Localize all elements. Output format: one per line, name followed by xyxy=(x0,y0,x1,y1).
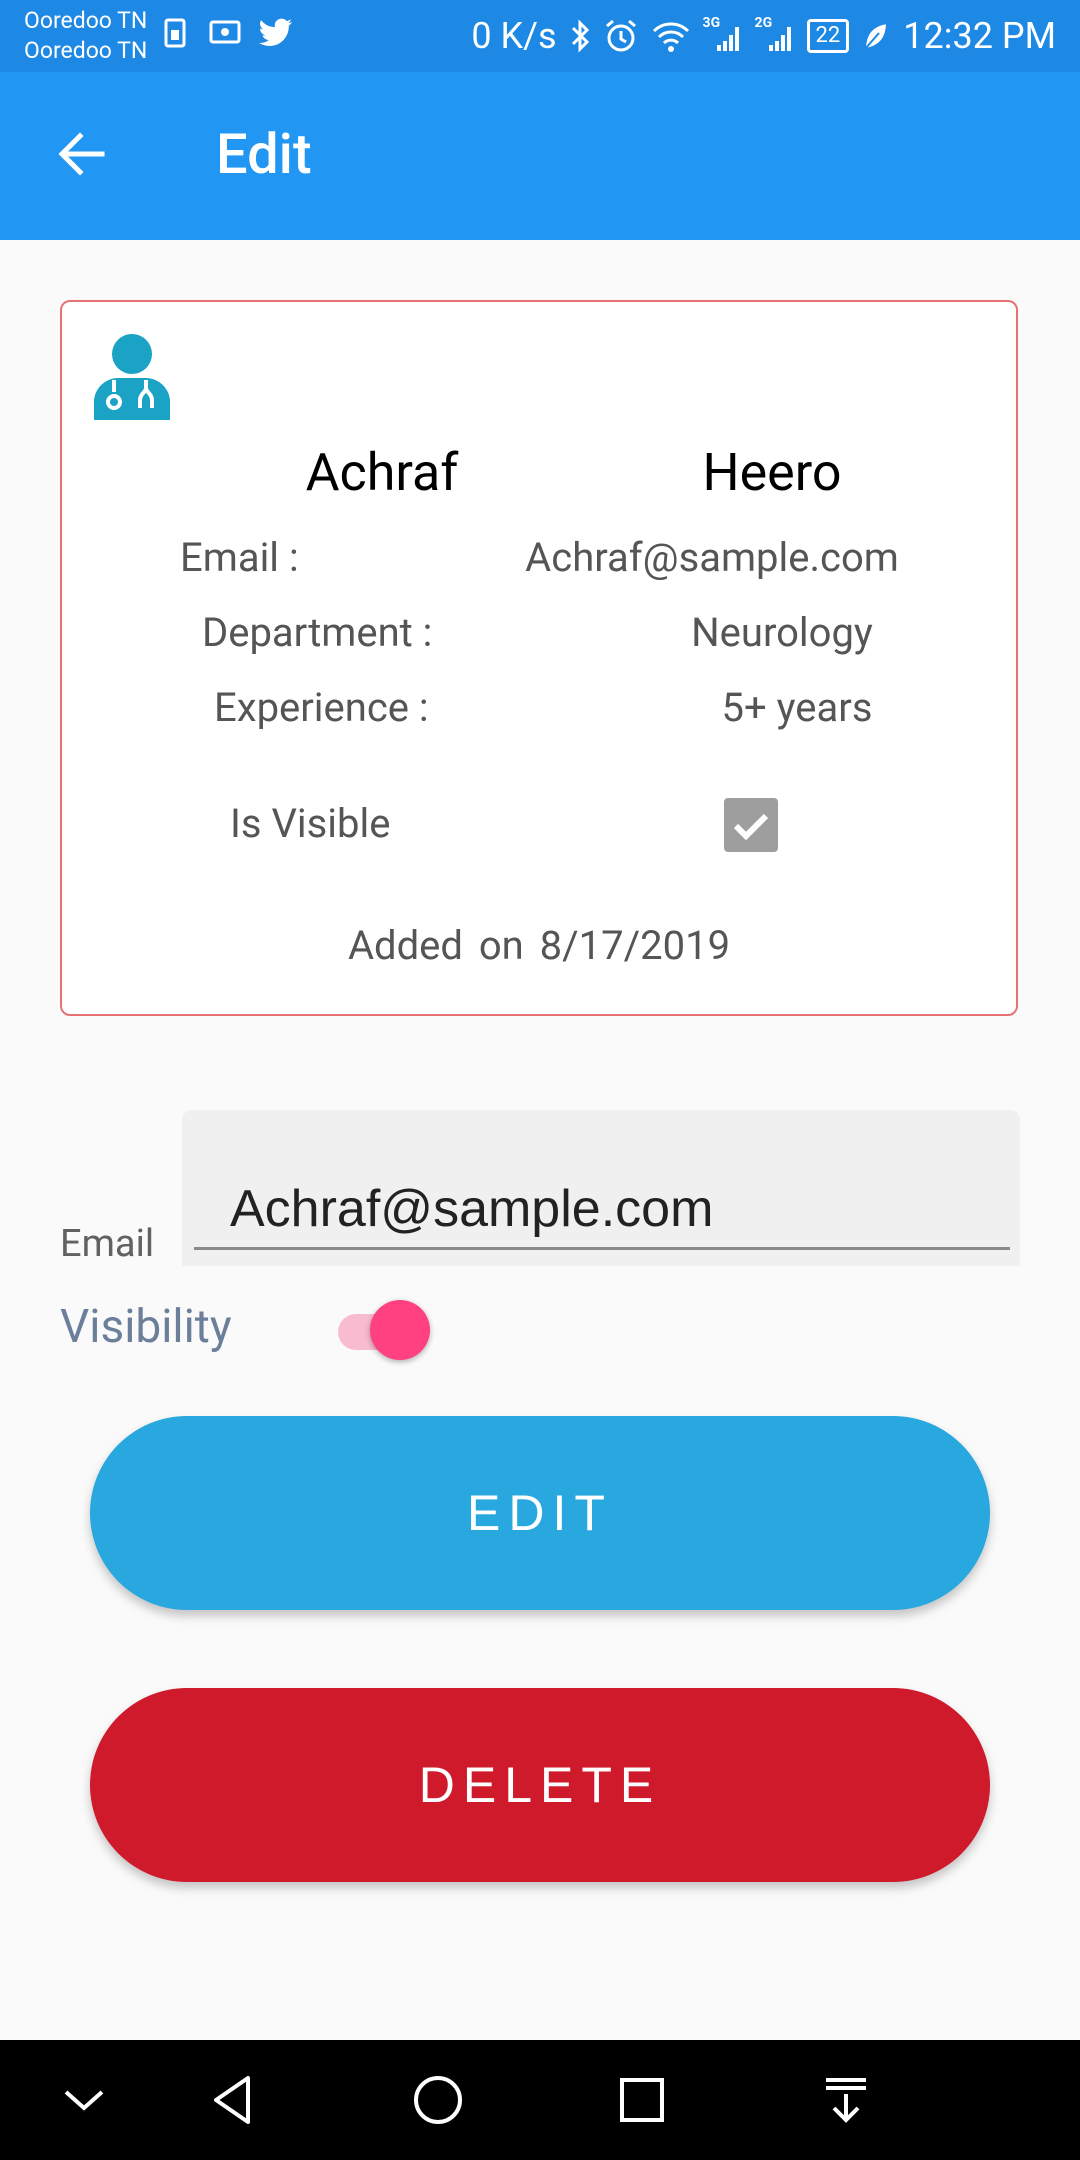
carrier-2: Ooredoo TN xyxy=(24,37,148,64)
status-right-icons: 0 K/s 3G 2G 22 12:32 PM xyxy=(471,0,1056,72)
check-icon xyxy=(733,813,769,841)
nav-home-button[interactable] xyxy=(408,2070,468,2130)
toggle-thumb xyxy=(370,1300,430,1360)
app-bar: Edit xyxy=(0,72,1080,240)
carrier-names: Ooredoo TN Ooredoo TN xyxy=(24,6,147,66)
nav-recents-button[interactable] xyxy=(612,2070,672,2130)
clock: 12:32 PM xyxy=(903,15,1056,57)
battery-level: 22 xyxy=(815,23,841,48)
status-bar: Ooredoo TN Ooredoo TN 0 K/s 3G 2G 22 12:… xyxy=(0,0,1080,72)
signal-3g-icon: 3G xyxy=(703,15,743,53)
email-field-label: Email xyxy=(60,1222,155,1266)
edit-button[interactable]: EDIT xyxy=(90,1416,990,1610)
battery-icon: 22 xyxy=(806,19,850,53)
home-circle-icon xyxy=(414,2076,462,2124)
alarm-icon xyxy=(603,18,639,54)
sim-icon xyxy=(160,16,194,50)
back-button[interactable] xyxy=(50,122,114,186)
doctor-card: Achraf Heero Email : Achraf@sample.com D… xyxy=(60,300,1018,1016)
doctor-first-name: Achraf xyxy=(305,442,459,503)
carrier-1: Ooredoo TN xyxy=(24,7,148,34)
arrow-back-icon xyxy=(58,132,105,176)
system-nav-bar xyxy=(0,2040,1080,2160)
doctor-last-name: Heero xyxy=(702,442,842,503)
page-title: Edit xyxy=(216,121,312,187)
chevron-down-icon xyxy=(64,2090,104,2111)
notification-pull-icon xyxy=(826,2078,866,2123)
bluetooth-icon xyxy=(569,18,591,54)
added-on: Added on 8/17/2019 xyxy=(62,922,1016,969)
back-triangle-icon xyxy=(214,2076,250,2124)
added-date: 8/17/2019 xyxy=(539,922,731,969)
experience-label: Experience : xyxy=(214,684,429,731)
delete-button[interactable]: DELETE xyxy=(90,1688,990,1882)
net-speed: 0 K/s xyxy=(471,15,557,57)
net-3g-label: 3G xyxy=(702,15,721,31)
wifi-icon xyxy=(651,19,691,53)
added-label: Added on xyxy=(347,922,524,969)
signal-2g-icon: 2G xyxy=(755,15,795,53)
status-left-icons xyxy=(160,16,294,50)
screen-icon xyxy=(208,16,244,50)
nav-collapse-button[interactable] xyxy=(54,2070,114,2130)
visibility-label: Visibility xyxy=(60,1300,232,1354)
recents-square-icon xyxy=(620,2078,664,2122)
department-value: Neurology xyxy=(691,609,873,656)
email-value: Achraf@sample.com xyxy=(525,534,899,581)
nav-notification-button[interactable] xyxy=(816,2070,876,2130)
leaf-icon xyxy=(861,19,891,53)
is-visible-checkbox[interactable] xyxy=(724,798,778,852)
department-label: Department : xyxy=(202,609,433,656)
twitter-icon xyxy=(258,17,294,49)
net-2g-label: 2G xyxy=(754,15,773,31)
experience-value: 5+ years xyxy=(721,684,873,731)
email-label: Email : xyxy=(180,534,299,581)
visibility-toggle[interactable] xyxy=(334,1300,434,1360)
email-field-container xyxy=(182,1110,1020,1266)
is-visible-label: Is Visible xyxy=(230,800,391,847)
nav-back-button[interactable] xyxy=(204,2070,264,2130)
doctor-icon xyxy=(92,332,172,422)
email-field[interactable] xyxy=(194,1170,1010,1250)
